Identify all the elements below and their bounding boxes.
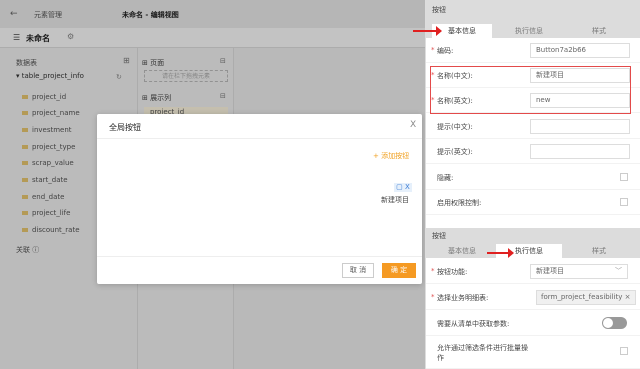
form-row-permission: 启用权限控制: xyxy=(426,190,640,215)
batch-op-checkbox[interactable] xyxy=(620,347,628,355)
tab-bar-2: 基本信息 执行信息 样式 xyxy=(426,244,640,258)
form-row-button-function: * 按钮功能: 新建项目 ﹀ xyxy=(426,259,640,284)
chevron-down-icon: ﹀ xyxy=(615,267,622,275)
annotation-arrow xyxy=(487,248,514,258)
divider xyxy=(97,256,422,257)
form-row-detail-table: * 选择业务明细表: form_project_feasibility × xyxy=(426,285,640,310)
annotation-arrow xyxy=(413,26,442,36)
form-row-tip-cn: 提示(中文): xyxy=(426,114,640,139)
tab-style[interactable]: 样式 xyxy=(566,24,632,38)
tab-bar: 基本信息 执行信息 样式 xyxy=(426,24,640,38)
tip-en-input[interactable] xyxy=(530,144,630,159)
cancel-button[interactable]: 取 消 xyxy=(342,263,374,278)
button-section-header: 按钮 xyxy=(426,0,640,24)
add-button-link[interactable]: + 添加按钮 xyxy=(373,151,409,161)
permission-checkbox[interactable] xyxy=(620,198,628,206)
form-row-hidden: 隐藏: xyxy=(426,165,640,190)
hidden-checkbox[interactable] xyxy=(620,173,628,181)
form-row-batch-op: 允许通过筛选条件进行批量操作 xyxy=(426,337,640,369)
tab-basic-info-2[interactable]: 基本信息 xyxy=(432,244,492,258)
dialog-title: 全局按钮 xyxy=(109,123,141,132)
button-chip-actions[interactable]: ▢ X xyxy=(394,183,412,192)
get-params-toggle[interactable] xyxy=(602,317,627,329)
tip-cn-input[interactable] xyxy=(530,119,630,134)
tab-exec-info[interactable]: 执行信息 xyxy=(496,24,562,38)
button-function-select[interactable]: 新建项目 ﹀ xyxy=(530,264,628,279)
button-section-header-2: 按钮 xyxy=(426,228,640,244)
form-row-tip-en: 提示(英文): xyxy=(426,139,640,164)
code-input[interactable]: Button7a2b66 xyxy=(530,43,630,58)
form-row-code: * 编码: Button7a2b66 xyxy=(426,38,640,63)
highlight-box xyxy=(430,66,631,114)
properties-panel: 按钮 基本信息 执行信息 样式 * 编码: Button7a2b66 * 名称(… xyxy=(425,0,640,369)
tab-exec-info-2[interactable]: 执行信息 xyxy=(496,244,562,258)
form-row-get-params: 需要从清单中获取参数: xyxy=(426,311,640,336)
close-icon[interactable]: X xyxy=(410,120,416,130)
button-chip-new-project[interactable]: 新建项目 xyxy=(381,195,409,205)
detail-table-tag[interactable]: form_project_feasibility × xyxy=(536,290,636,305)
tab-style-2[interactable]: 样式 xyxy=(566,244,632,258)
global-buttons-dialog: 全局按钮 X + 添加按钮 ▢ X 新建项目 取 消 确 定 xyxy=(97,114,422,284)
confirm-button[interactable]: 确 定 xyxy=(382,263,416,278)
divider xyxy=(97,138,422,139)
